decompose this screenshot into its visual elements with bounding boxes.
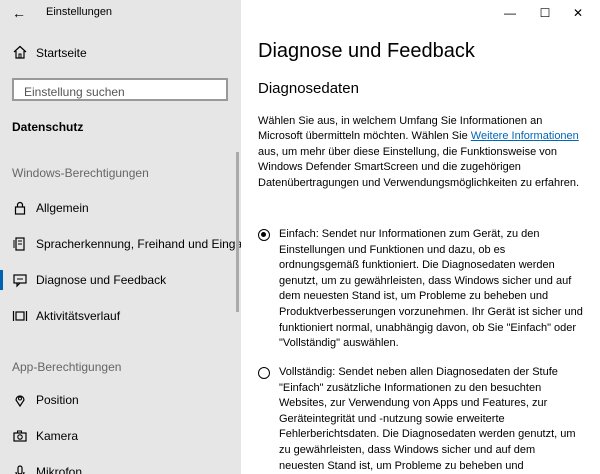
sidebar-item-label: Kamera <box>36 429 79 443</box>
sidebar-item-label: Allgemein <box>36 201 89 215</box>
sidebar-item-label: Position <box>36 393 79 407</box>
group-title-app-permissions: App-Berechtigungen <box>12 360 122 374</box>
sidebar-item-label: Aktivitätsverlauf <box>36 309 121 323</box>
lock-icon <box>14 201 26 215</box>
maximize-button[interactable]: ☐ <box>535 3 555 23</box>
sidebar: ← Einstellungen Startseite Datenschutz W… <box>0 0 241 474</box>
location-icon <box>15 395 25 408</box>
sidebar-item-allgemein[interactable]: Allgemein <box>0 194 241 222</box>
active-indicator <box>0 270 3 290</box>
feedback-icon <box>13 274 27 288</box>
search-input[interactable] <box>22 82 226 101</box>
current-section-title: Datenschutz <box>12 120 84 134</box>
option-basic-label: Einfach: Sendet nur Informationen zum Ge… <box>279 228 583 350</box>
main-content: — ☐ ✕ Diagnose und Feedback Diagnosedate… <box>241 0 600 474</box>
sidebar-item-microphone[interactable]: Mikrofon <box>0 458 241 474</box>
inking-icon <box>13 237 25 251</box>
search-box[interactable] <box>12 78 228 101</box>
sidebar-item-label: Spracherkennung, Freihand und Eingabe <box>36 237 241 251</box>
window-controls: — ☐ ✕ <box>480 0 600 26</box>
home-label: Startseite <box>36 46 87 60</box>
microphone-icon <box>15 465 25 474</box>
minimize-button[interactable]: — <box>500 3 520 23</box>
sidebar-item-activity-history[interactable]: Aktivitätsverlauf <box>0 302 241 330</box>
section-heading: Diagnosedaten <box>258 80 359 97</box>
camera-icon <box>13 430 27 442</box>
sidebar-item-label: Diagnose und Feedback <box>36 273 167 287</box>
group-title-windows-permissions: Windows-Berechtigungen <box>12 166 149 180</box>
title-bar: ← Einstellungen <box>0 0 241 26</box>
sidebar-item-camera[interactable]: Kamera <box>0 422 241 450</box>
sidebar-item-position[interactable]: Position <box>0 386 241 414</box>
sidebar-item-speech-inking[interactable]: Spracherkennung, Freihand und Eingabe <box>0 230 241 258</box>
more-info-link[interactable]: Weitere Informationen <box>471 130 579 142</box>
home-link[interactable]: Startseite <box>0 40 241 66</box>
radio-basic[interactable] <box>258 229 270 241</box>
sidebar-scrollbar[interactable] <box>236 152 239 312</box>
close-button[interactable]: ✕ <box>568 3 588 23</box>
timeline-icon <box>12 311 28 321</box>
home-icon <box>13 45 27 59</box>
app-title: Einstellungen <box>46 6 113 18</box>
intro-text: Wählen Sie aus, in welchem Umfang Sie In… <box>258 114 580 191</box>
back-button[interactable]: ← <box>10 4 28 22</box>
sidebar-item-label: Mikrofon <box>36 465 83 474</box>
option-full-label: Vollständig: Sendet neben allen Diagnose… <box>279 366 576 472</box>
radio-full[interactable] <box>258 367 270 379</box>
intro-text-after: aus, um mehr über diese Einstellung, die… <box>258 145 580 189</box>
page-title: Diagnose und Feedback <box>258 40 475 62</box>
sidebar-item-diagnose-feedback[interactable]: Diagnose und Feedback <box>0 266 241 294</box>
